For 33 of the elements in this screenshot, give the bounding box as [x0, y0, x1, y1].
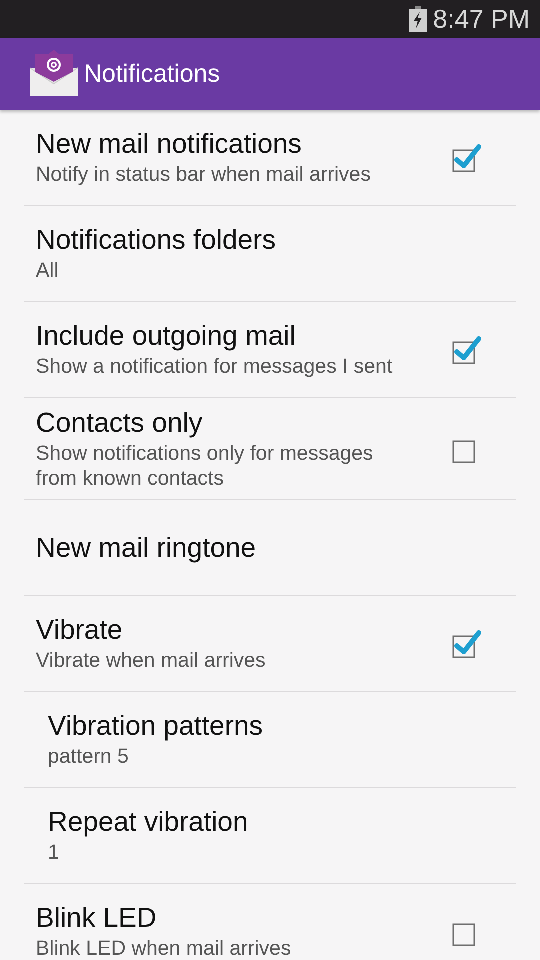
setting-summary: Show notifications only for messages from known contacts — [36, 442, 374, 492]
checkbox[interactable] — [452, 142, 482, 172]
checkbox[interactable] — [452, 628, 482, 659]
setting-summary: Notify in status bar when mail arrives — [36, 163, 372, 188]
setting-summary: 1 — [48, 841, 60, 866]
setting-row[interactable]: Repeat vibration 1 — [24, 788, 516, 884]
setting-summary: Blink LED when mail arrives — [36, 937, 292, 960]
setting-title: Vibrate — [36, 613, 124, 646]
battery-charging-icon — [409, 6, 428, 32]
setting-row[interactable]: Notifications folders All — [24, 206, 516, 302]
setting-title: Vibration patterns — [48, 709, 264, 742]
setting-title: New mail notifications — [36, 127, 303, 160]
setting-row[interactable]: New mail notifications Notify in status bar when mail arrives — [24, 110, 516, 206]
setting-title: Repeat vibration — [48, 805, 250, 838]
setting-summary: Show a notification for messages I sent — [36, 355, 394, 380]
setting-row[interactable]: New mail ringtone — [24, 500, 516, 596]
setting-title: Blink LED — [36, 901, 158, 934]
setting-summary: All — [36, 259, 60, 284]
setting-title: Notifications folders — [36, 223, 277, 256]
setting-title: Contacts only — [36, 406, 204, 439]
setting-title: Include outgoing mail — [36, 319, 297, 352]
envelope-icon[interactable] — [30, 50, 78, 98]
setting-row[interactable]: Vibration patterns pattern 5 — [24, 692, 516, 788]
setting-row[interactable]: Vibrate Vibrate when mail arrives — [24, 596, 516, 692]
setting-row[interactable]: Include outgoing mail Show a notification for messages I sent — [24, 302, 516, 398]
setting-title: New mail ringtone — [36, 531, 258, 564]
setting-row[interactable]: Blink LED Blink LED when mail arrives — [24, 884, 516, 960]
setting-row[interactable]: Contacts only Show notifications only for messages from known contacts — [24, 398, 516, 500]
setting-summary: pattern 5 — [48, 745, 130, 770]
screen-title: Notifications — [84, 60, 220, 88]
setting-summary: Vibrate when mail arrives — [36, 649, 267, 674]
status-time: 8:47 PM — [433, 4, 530, 34]
checkbox[interactable] — [452, 334, 482, 364]
